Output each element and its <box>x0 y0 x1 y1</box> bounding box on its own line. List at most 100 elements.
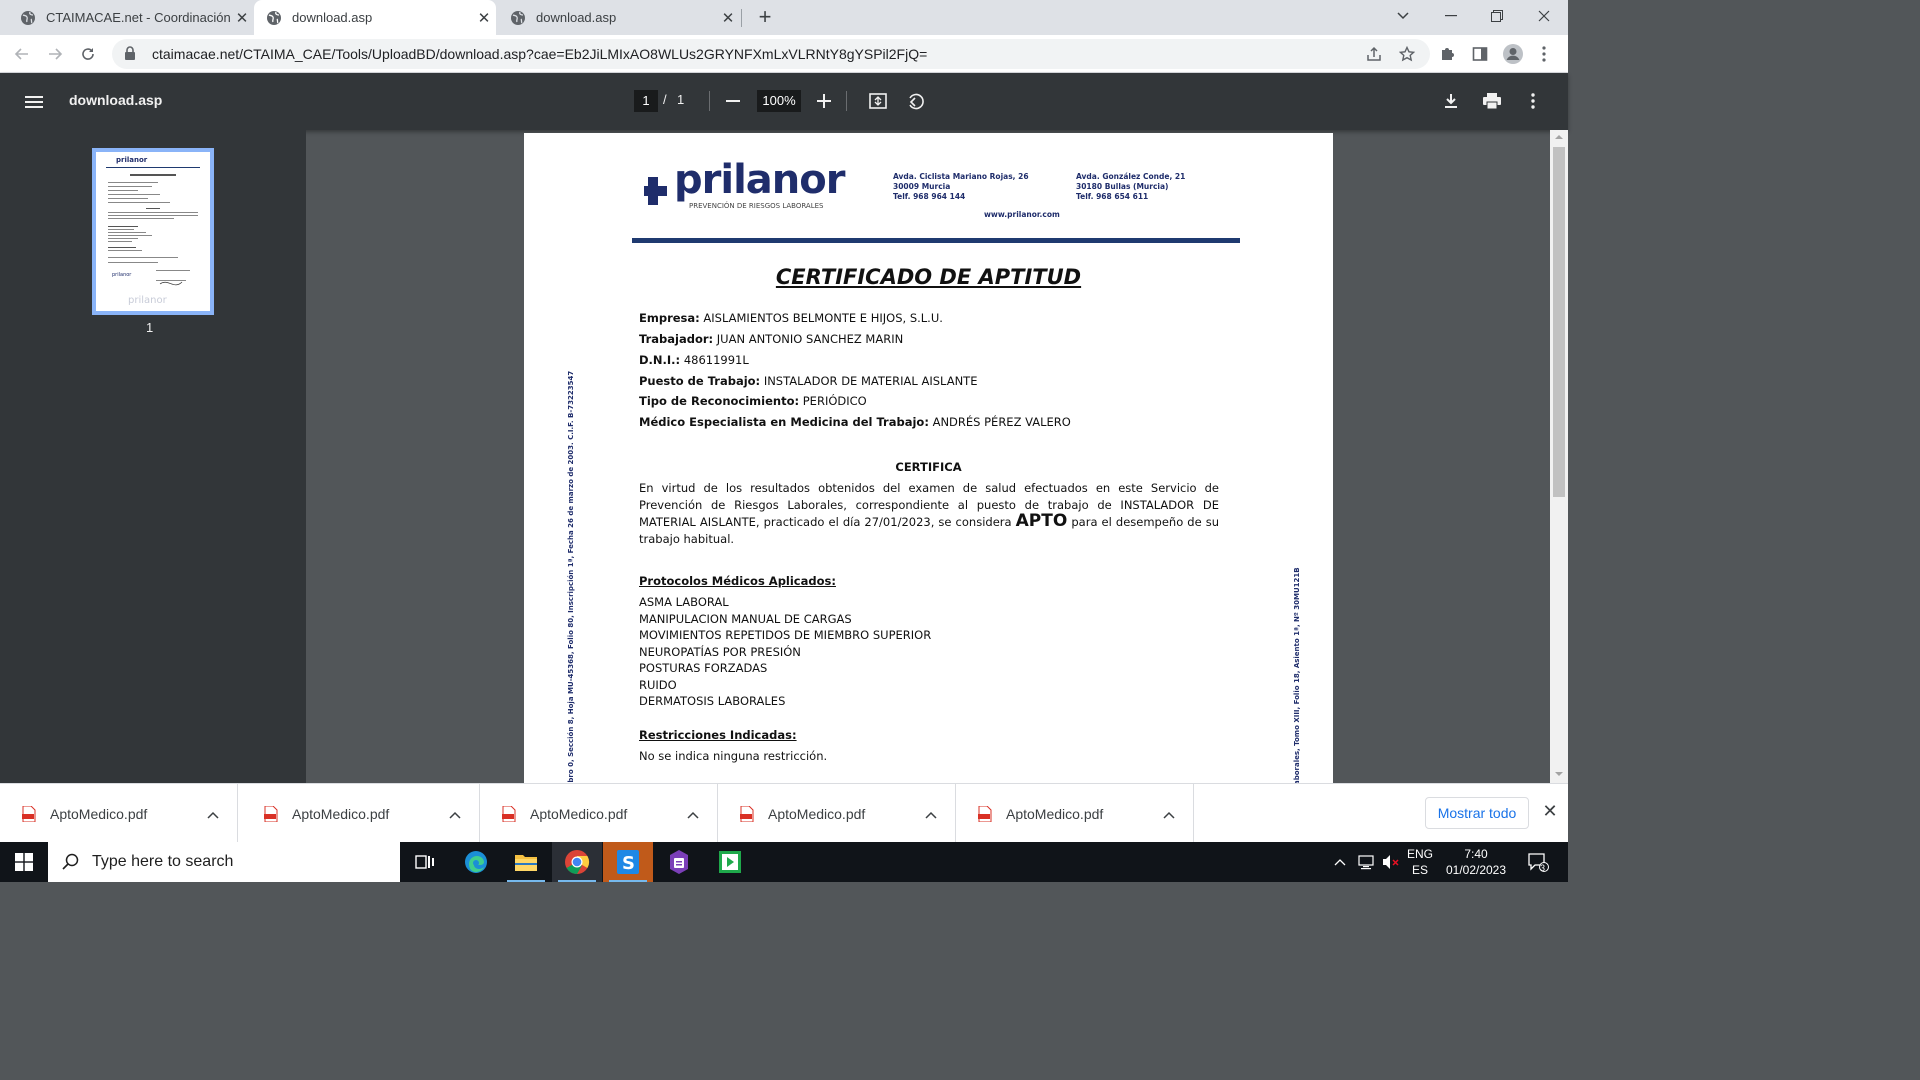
chevron-up-icon[interactable] <box>681 806 705 822</box>
registry-side-text-left: ibro 0, Sección 8, Hoja MU-45368, Folio … <box>567 370 575 783</box>
extensions-puzzle-icon[interactable] <box>1433 40 1461 68</box>
close-icon[interactable]: ✕ <box>230 9 254 27</box>
tab-separator <box>741 9 742 27</box>
download-item[interactable]: AptoMedico.pdf <box>242 784 480 843</box>
certifica-heading: CERTIFICA <box>895 460 962 474</box>
print-icon[interactable] <box>1480 89 1504 113</box>
bookmark-star-icon[interactable] <box>1393 40 1421 68</box>
chevron-up-icon[interactable] <box>201 806 225 822</box>
tab-ctaimacae[interactable]: CTAIMACAE.net - Coordinación d ✕ <box>0 0 254 35</box>
globe-icon <box>510 10 526 26</box>
minimize-button[interactable] <box>1428 0 1474 32</box>
tab-title: download.asp <box>292 10 373 25</box>
page-number-input[interactable]: 1 <box>634 90 658 112</box>
taskbar-search-box[interactable]: Type here to search <box>48 842 400 882</box>
share-icon[interactable] <box>1360 40 1388 68</box>
tab-title: download.asp <box>536 10 617 25</box>
restore-button[interactable] <box>1474 0 1520 32</box>
svg-text:prilanor: prilanor <box>112 272 132 278</box>
chevron-up-icon[interactable] <box>1157 806 1181 822</box>
chrome-browser-icon[interactable] <box>552 842 602 882</box>
search-placeholder: Type here to search <box>92 853 234 870</box>
reload-icon[interactable] <box>74 40 102 68</box>
tab-download-2[interactable]: download.asp ✕ <box>500 0 740 35</box>
show-all-button[interactable]: Mostrar todo <box>1425 797 1529 829</box>
task-view-icon[interactable] <box>400 842 450 882</box>
download-filename: AptoMedico.pdf <box>530 805 628 822</box>
zoom-level-input[interactable]: 100% <box>757 90 801 112</box>
fit-to-page-icon[interactable] <box>866 89 890 113</box>
chevron-up-icon[interactable] <box>919 806 943 822</box>
app-green-play-icon[interactable] <box>705 842 755 882</box>
scroll-up-icon[interactable] <box>1554 133 1564 141</box>
list-item: DERMATOSIS LABORALES <box>639 694 786 708</box>
close-icon[interactable]: ✕ <box>472 9 496 27</box>
language-bottom: ES <box>1411 863 1428 877</box>
download-filename: AptoMedico.pdf <box>768 805 866 822</box>
registry-side-text-right: aborales, Tomo XIII, Folio 18, Asiento 1… <box>1293 567 1301 783</box>
vertical-scrollbar[interactable] <box>1550 130 1568 783</box>
tab-search-chevron-icon[interactable] <box>1380 0 1426 32</box>
chevron-up-icon[interactable] <box>443 806 467 822</box>
download-filename: AptoMedico.pdf <box>292 805 390 822</box>
download-item[interactable]: AptoMedico.pdf <box>956 784 1194 843</box>
pdf-file-icon <box>502 805 516 822</box>
field-tipo: Tipo de Reconocimiento: PERIÓDICO <box>639 394 867 408</box>
scrollbar-thumb[interactable] <box>1553 147 1565 497</box>
close-icon[interactable]: ✕ <box>716 9 740 27</box>
chevron-up-icon[interactable] <box>1330 842 1350 882</box>
field-trabajador: Trabajador: JUAN ANTONIO SANCHEZ MARIN <box>639 332 904 346</box>
toolbar-divider <box>709 91 710 111</box>
windows-start-icon[interactable] <box>0 842 48 882</box>
thumbnail-logo: prilanor <box>116 156 148 164</box>
svg-text:S: S <box>622 853 635 874</box>
page-thumbnail[interactable]: prilanor prilanor prilanor <box>92 148 214 315</box>
clock[interactable]: 7:40 01/02/2023 <box>1440 842 1512 882</box>
search-icon <box>62 853 79 870</box>
language-indicator[interactable]: ENG ES <box>1404 842 1436 882</box>
page-total: 1 <box>677 92 685 107</box>
hamburger-menu-icon[interactable] <box>22 90 46 114</box>
profile-avatar-icon[interactable] <box>1499 40 1527 68</box>
tab-download-active[interactable]: download.asp ✕ <box>254 0 496 35</box>
thumbnail-page-number: 1 <box>146 320 154 335</box>
globe-icon <box>20 10 36 26</box>
address-line: 30009 Murcia <box>893 182 951 191</box>
app-s-icon[interactable]: S <box>603 842 653 882</box>
close-window-button[interactable] <box>1521 0 1567 32</box>
notification-center-icon[interactable]: 3 <box>1520 842 1556 882</box>
download-item[interactable]: AptoMedico.pdf <box>480 784 718 843</box>
logo-subtitle: PREVENCIÓN DE RIESGOS LABORALES <box>689 202 824 210</box>
more-options-icon[interactable] <box>1521 89 1545 113</box>
field-puesto: Puesto de Trabajo: INSTALADOR DE MATERIA… <box>639 374 978 388</box>
browser-menu-icon[interactable] <box>1530 40 1558 68</box>
side-panel-icon[interactable] <box>1466 40 1494 68</box>
new-tab-button[interactable]: + <box>752 4 778 30</box>
rotate-icon[interactable] <box>903 89 927 113</box>
pdf-file-icon <box>264 805 278 822</box>
scroll-down-icon[interactable] <box>1554 770 1564 778</box>
lock-icon[interactable] <box>124 46 140 62</box>
edge-browser-icon[interactable] <box>451 842 501 882</box>
thumbnail-sidebar: prilanor prilanor prilanor 1 <box>0 130 306 783</box>
page-separator: / <box>663 92 667 107</box>
browser-toolbar: ctaimacae.net/CTAIMA_CAE/Tools/UploadBD/… <box>0 35 1568 73</box>
pdf-file-icon <box>22 805 36 822</box>
network-icon[interactable] <box>1354 842 1378 882</box>
header-rule <box>632 238 1240 243</box>
back-arrow-icon[interactable] <box>8 40 36 68</box>
download-item[interactable]: AptoMedico.pdf <box>718 784 956 843</box>
address-bar[interactable]: ctaimacae.net/CTAIMA_CAE/Tools/UploadBD/… <box>112 39 1430 69</box>
tab-title: CTAIMACAE.net - Coordinación d <box>46 10 230 25</box>
zoom-out-icon[interactable] <box>721 89 745 113</box>
zoom-in-icon[interactable] <box>812 89 836 113</box>
forward-arrow-icon[interactable] <box>41 40 69 68</box>
download-item[interactable]: AptoMedico.pdf <box>0 784 238 843</box>
file-explorer-icon[interactable] <box>501 842 551 882</box>
close-downloads-icon[interactable]: ✕ <box>1540 801 1560 823</box>
app-purple-icon[interactable] <box>654 842 704 882</box>
download-icon[interactable] <box>1439 89 1463 113</box>
volume-muted-icon[interactable] <box>1380 842 1402 882</box>
protocolos-list: ASMA LABORAL MANIPULACION MANUAL DE CARG… <box>639 594 931 710</box>
list-item: NEUROPATÍAS POR PRESIÓN <box>639 644 801 659</box>
